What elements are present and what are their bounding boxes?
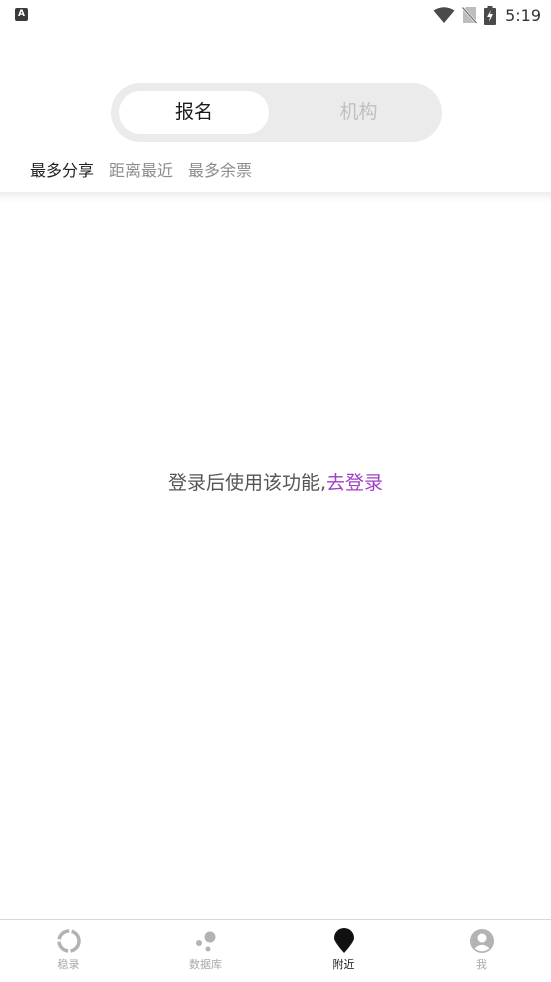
segmented-control: 报名 机构 [111,83,442,142]
go-login-link[interactable]: 去登录 [326,472,383,494]
nav-label-records: 稳录 [57,958,80,971]
user-icon [469,929,494,953]
nav-label-nearby: 附近 [332,958,355,971]
bottom-nav: 稳录 数据库 附近 我 [0,919,551,982]
nav-item-records[interactable]: 稳录 [0,928,137,972]
no-sim-icon [462,6,478,24]
nav-item-nearby[interactable]: 附近 [275,928,412,972]
filter-tab-nearest[interactable]: 距离最近 [109,159,173,183]
login-prompt-text: 登录后使用该功能, [167,472,327,494]
filter-divider-shadow [0,192,551,202]
dots-icon [195,931,215,952]
nav-item-me[interactable]: 我 [413,928,550,972]
status-right: 5:19 [433,4,541,26]
nav-label-database: 数据库 [189,958,222,971]
nav-label-me: 我 [476,958,487,971]
location-pin-icon [333,928,354,953]
status-time: 5:19 [505,5,541,25]
ring-icon [56,929,81,953]
login-prompt: 登录后使用该功能,去登录 [0,468,551,498]
filter-tab-most-tickets[interactable]: 最多余票 [188,159,252,183]
notification-a-icon: A [15,8,28,21]
filter-tab-most-shared[interactable]: 最多分享 [30,159,94,183]
nav-item-database[interactable]: 数据库 [137,928,274,972]
status-bar: A 5:19 [0,0,551,30]
filter-tabs: 最多分享 距离最近 最多余票 [30,159,252,183]
segment-signup[interactable]: 报名 [119,91,269,134]
segment-institution[interactable]: 机构 [281,91,436,134]
wifi-icon [433,6,455,23]
battery-charging-icon [484,5,497,25]
